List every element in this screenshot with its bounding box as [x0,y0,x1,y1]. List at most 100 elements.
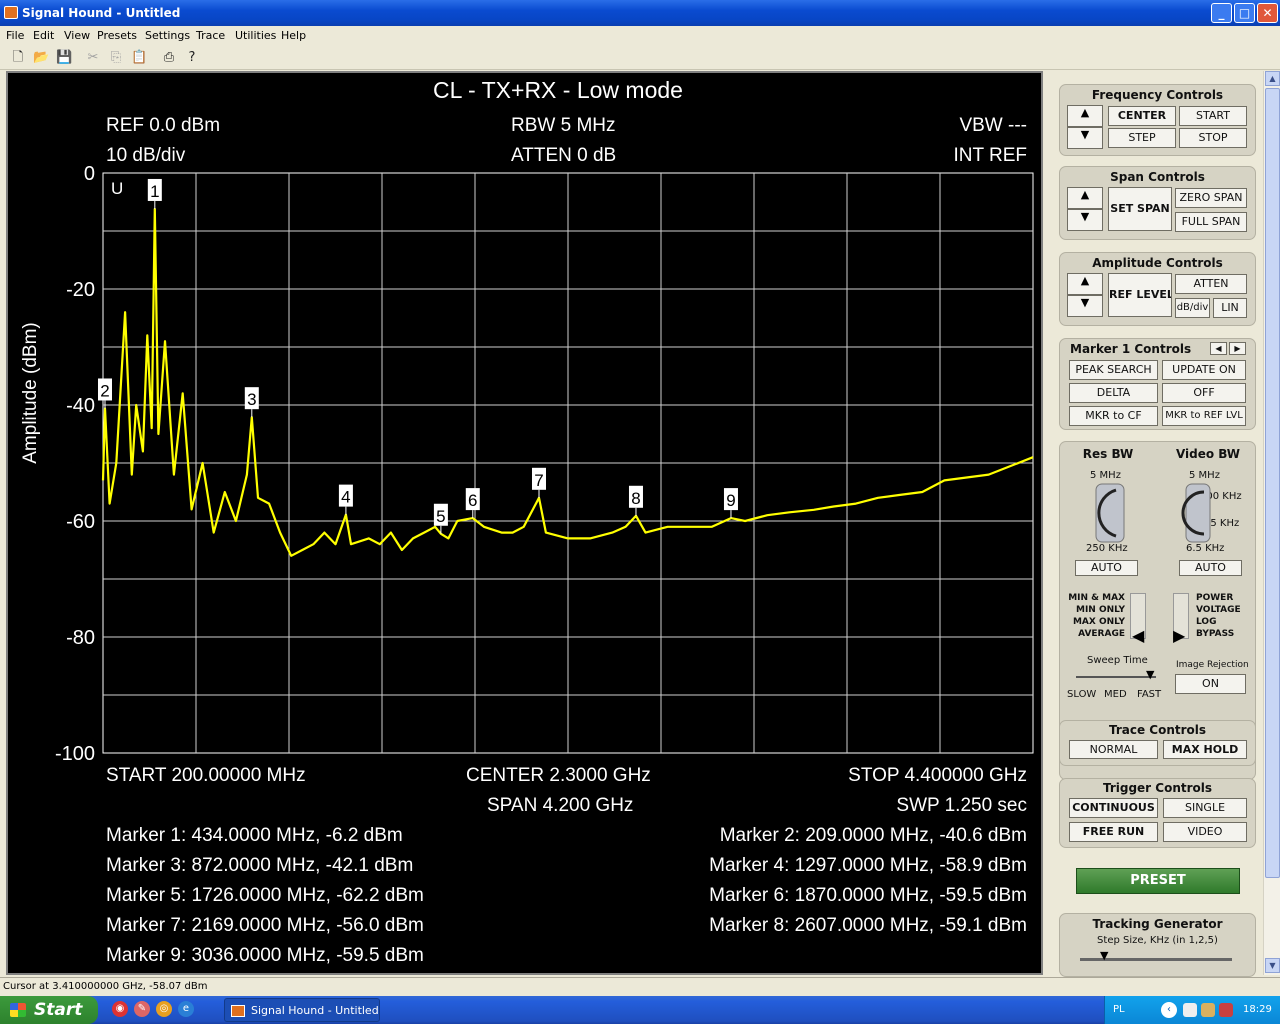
start-button[interactable]: START [1179,106,1247,126]
span-controls-group: Span Controls ▲ ▼ SET SPAN ZERO SPAN FUL… [1059,166,1256,240]
taskbar-item-signal-hound[interactable]: Signal Hound - Untitled [224,998,380,1022]
hardware-icon[interactable] [1201,1003,1215,1017]
network-icon[interactable] [1183,1003,1197,1017]
start-button[interactable]: Start [0,996,98,1024]
delta-button[interactable]: DELTA [1069,383,1158,403]
open-icon[interactable]: 📂 [33,50,49,66]
center-button[interactable]: CENTER [1108,106,1176,126]
max-hold-button[interactable]: MAX HOLD [1163,740,1247,759]
menu-bar: File Edit View Presets Settings Trace Ut… [0,26,1280,46]
set-span-button[interactable]: SET SPAN [1108,187,1172,231]
freq-up-arrow-icon[interactable]: ▲ [1067,105,1103,127]
menu-settings[interactable]: Settings [145,29,190,42]
group-title: Span Controls [1110,170,1205,184]
marker-next-arrow-icon[interactable]: ▶ [1229,342,1246,355]
video-trigger-button[interactable]: VIDEO [1163,822,1247,842]
lin-button[interactable]: LIN [1213,298,1247,318]
span-text: SPAN 4.200 GHz [487,795,634,816]
marker-off-button[interactable]: OFF [1162,383,1246,403]
spectrum-display[interactable]: 0 -20 -40 -60 -80 -100 Amplitude (dBm) 1 2 3 4 5 6 7 8… [6,71,1043,975]
step-button[interactable]: STEP [1108,128,1176,148]
maximize-button[interactable]: □ [1234,3,1255,23]
new-icon[interactable]: 🗋 [10,50,26,66]
ref-level-button[interactable]: REF LEVEL [1108,273,1172,317]
close-button[interactable]: ✕ [1257,3,1278,23]
menu-file[interactable]: File [6,29,24,42]
full-span-button[interactable]: FULL SPAN [1175,212,1247,232]
single-button[interactable]: SINGLE [1163,798,1247,818]
detector-option[interactable]: MAX ONLY [1062,617,1125,627]
db-per-div-button[interactable]: dB/div [1175,298,1210,318]
stop-button[interactable]: STOP [1179,128,1247,148]
security-icon[interactable] [1219,1003,1233,1017]
sweep-time-slider[interactable] [1076,676,1156,678]
preset-button[interactable]: PRESET [1076,868,1240,894]
span-down-arrow-icon[interactable]: ▼ [1067,209,1103,231]
detector-option[interactable]: AVERAGE [1062,629,1125,639]
detector-option[interactable]: MIN ONLY [1062,605,1125,615]
menu-utilities[interactable]: Utilities [235,29,276,42]
app-icon [4,6,18,19]
zero-span-button[interactable]: ZERO SPAN [1175,188,1247,208]
print-icon[interactable]: ⎙ [161,50,177,66]
title-bar[interactable]: Signal Hound - Untitled _ □ ✕ [0,0,1280,26]
trace-normal-button[interactable]: NORMAL [1069,740,1158,759]
detector-option[interactable]: MIN & MAX [1062,593,1125,603]
scale-mode-option[interactable]: VOLTAGE [1196,605,1241,615]
atten-button[interactable]: ATTEN [1175,274,1247,294]
language-indicator[interactable]: PL [1113,1004,1125,1015]
sweep-slider-thumb-icon[interactable]: ▼ [1146,668,1154,681]
scroll-down-arrow-icon[interactable]: ▼ [1265,958,1280,973]
amp-down-arrow-icon[interactable]: ▼ [1067,295,1103,317]
marker-to-cf-button[interactable]: MKR to CF [1069,406,1158,426]
marker-label: 8 [631,489,640,508]
tray-expand-icon[interactable]: ‹ [1161,1002,1177,1018]
cursor-readout: Cursor at 3.410000000 GHz, -58.07 dBm [3,981,208,992]
scale-mode-option[interactable]: LOG [1196,617,1216,627]
ie-icon[interactable]: e [178,1001,194,1017]
save-icon[interactable]: 💾 [56,50,72,66]
paste-icon[interactable]: 📋 [131,50,147,66]
marker-to-ref-level-button[interactable]: MKR to REF LVL [1162,406,1246,426]
amp-up-arrow-icon[interactable]: ▲ [1067,273,1103,295]
continuous-button[interactable]: CONTINUOUS [1069,798,1158,818]
menu-edit[interactable]: Edit [33,29,54,42]
menu-help[interactable]: Help [281,29,306,42]
vertical-scrollbar[interactable]: ▲ ▼ [1263,71,1280,975]
cut-icon[interactable]: ✂ [85,50,101,66]
firefox-icon[interactable]: ◎ [156,1001,172,1017]
image-rejection-button[interactable]: ON [1175,674,1246,694]
free-run-button[interactable]: FREE RUN [1069,822,1158,842]
scale-mode-option[interactable]: BYPASS [1196,629,1234,639]
scale-mode-option[interactable]: POWER [1196,593,1233,603]
y-axis-label: Amplitude (dBm) [20,322,41,464]
chrome-icon[interactable]: ◉ [112,1001,128,1017]
video-bw-knob[interactable] [1180,482,1214,544]
status-bar: Cursor at 3.410000000 GHz, -58.07 dBm [0,977,1280,996]
marker-prev-arrow-icon[interactable]: ◀ [1210,342,1227,355]
res-bw-knob[interactable] [1088,482,1132,544]
group-title: Frequency Controls [1091,88,1224,102]
update-on-button[interactable]: UPDATE ON [1162,360,1246,380]
help-icon[interactable]: ? [184,50,200,66]
update-flag: U [111,179,124,198]
y-tick-label: -60 [66,511,95,533]
scroll-thumb[interactable] [1265,88,1280,878]
span-up-arrow-icon[interactable]: ▲ [1067,187,1103,209]
marker-readout: Marker 4: 1297.0000 MHz, -58.9 dBm [709,855,1027,876]
int-ref-text: INT REF [953,145,1027,166]
scale-mode-pointer-icon: ▶ [1173,626,1186,645]
tracking-slider-thumb-icon[interactable]: ▼ [1100,949,1108,962]
copy-icon[interactable]: ⎘ [108,50,124,66]
menu-presets[interactable]: Presets [97,29,137,42]
minimize-button[interactable]: _ [1211,3,1232,23]
scroll-up-arrow-icon[interactable]: ▲ [1265,71,1280,86]
amplitude-controls-group: Amplitude Controls ▲ ▼ REF LEVEL ATTEN d… [1059,252,1256,326]
peak-search-button[interactable]: PEAK SEARCH [1069,360,1158,380]
menu-trace[interactable]: Trace [196,29,225,42]
video-bw-auto-button[interactable]: AUTO [1179,560,1242,576]
res-bw-auto-button[interactable]: AUTO [1075,560,1138,576]
tool-icon[interactable]: ✎ [134,1001,150,1017]
menu-view[interactable]: View [64,29,90,42]
freq-down-arrow-icon[interactable]: ▼ [1067,127,1103,149]
